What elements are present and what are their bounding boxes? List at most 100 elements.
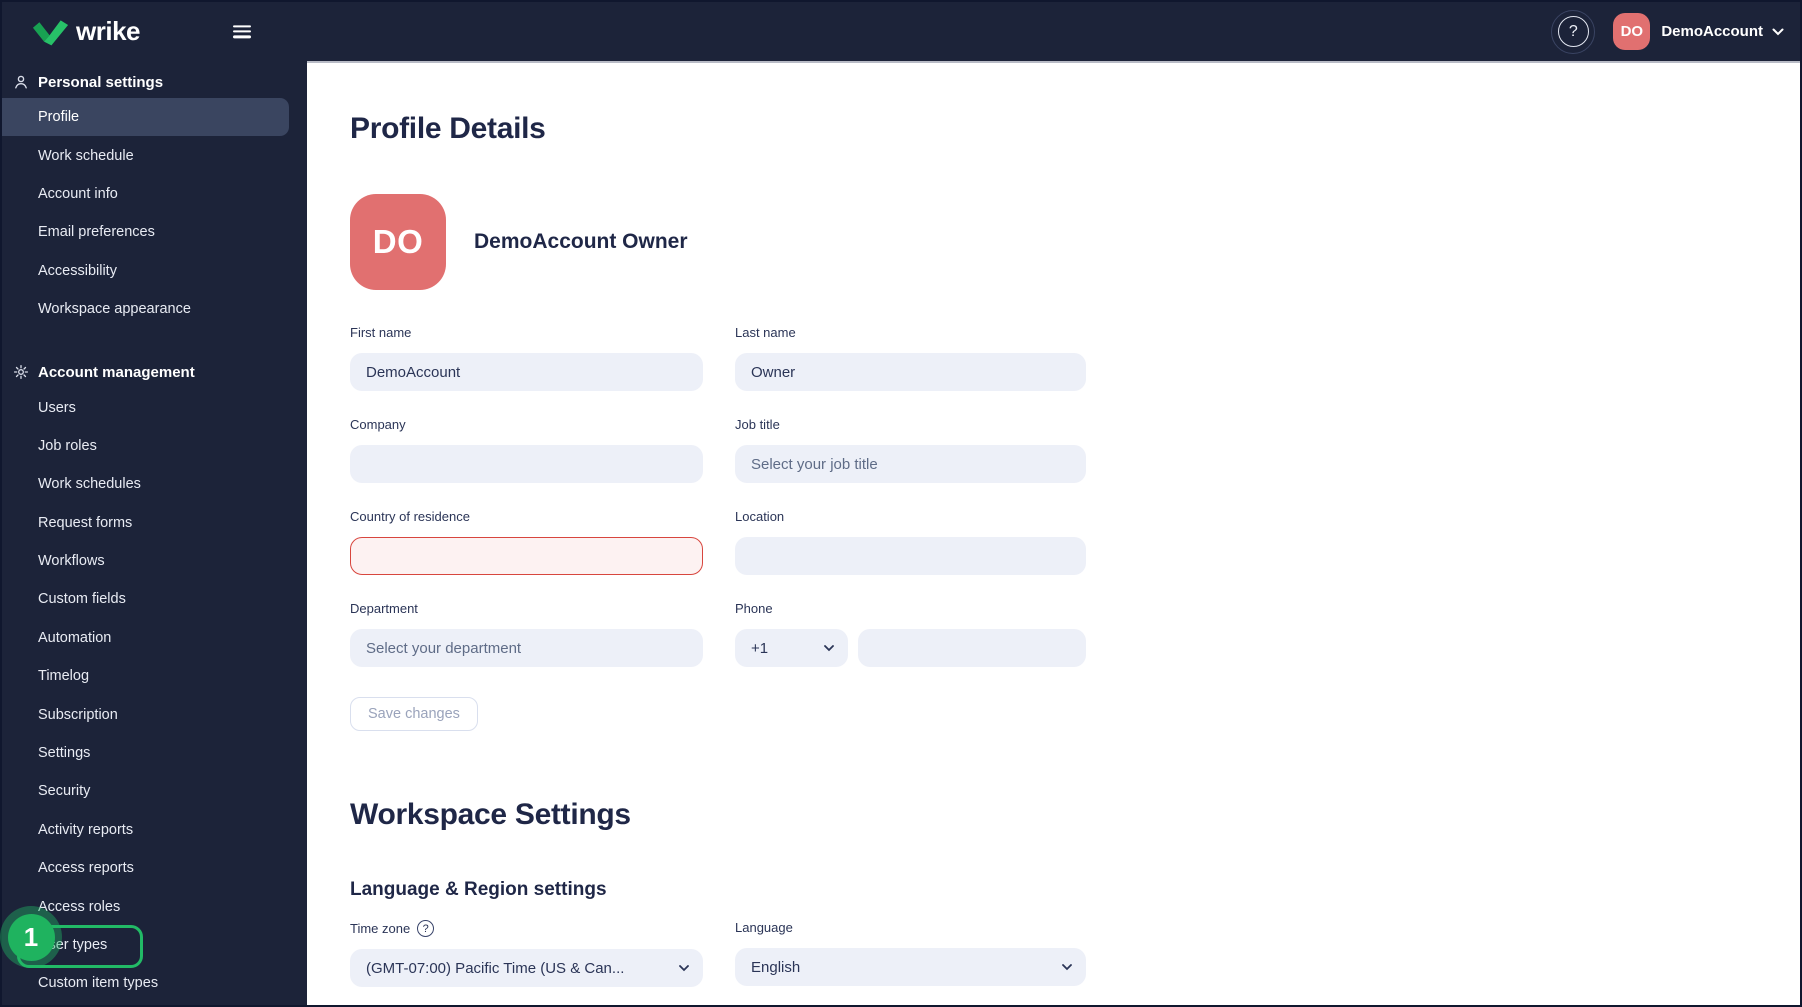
workspace-settings-title: Workspace Settings xyxy=(350,798,631,831)
sidebar-item-label: Timelog xyxy=(38,668,90,685)
sidebar: wrike Personal settings Profile Work sche… xyxy=(0,2,307,1005)
department-label: Department xyxy=(350,601,418,616)
annotation-step-1-badge: 1 xyxy=(7,913,55,961)
company-input[interactable] xyxy=(350,445,703,483)
sidebar-item-job-roles[interactable]: Job roles xyxy=(2,427,307,465)
help-icon: ? xyxy=(1557,16,1589,47)
phone-country-code-select[interactable]: +1 xyxy=(735,629,848,667)
language-label: Language xyxy=(735,920,793,935)
sidebar-item-label: Email preferences xyxy=(38,224,155,241)
job-title-label: Job title xyxy=(735,417,780,432)
first-name-input[interactable] xyxy=(350,353,703,391)
chevron-down-icon xyxy=(824,644,834,652)
phone-country-code-value: +1 xyxy=(751,639,769,657)
profile-display-name: DemoAccount Owner xyxy=(474,230,688,253)
sidebar-item-account-info[interactable]: Account info xyxy=(2,175,307,213)
topbar: ? DO DemoAccount xyxy=(307,2,1800,61)
sidebar-item-request-forms[interactable]: Request forms xyxy=(2,504,307,542)
right-region: ? DO DemoAccount Profile Details DO Demo… xyxy=(307,2,1800,1005)
sidebar-item-activity-reports[interactable]: Activity reports xyxy=(2,811,307,849)
help-button[interactable]: ? xyxy=(1551,9,1596,54)
sidebar-item-timelog[interactable]: Timelog xyxy=(2,657,307,695)
save-changes-button[interactable]: Save changes xyxy=(350,697,478,731)
location-input[interactable] xyxy=(735,537,1086,575)
sidebar-item-label: Users xyxy=(38,399,76,416)
first-name-label: First name xyxy=(350,325,412,340)
sidebar-item-workspace-appearance[interactable]: Workspace appearance xyxy=(2,290,307,328)
wrike-settings-window: { "colors": { "sidebar_bg": "#1c2339", "… xyxy=(0,0,1802,1007)
sidebar-item-work-schedule[interactable]: Work schedule xyxy=(2,136,307,174)
sidebar-item-label: Work schedules xyxy=(38,476,141,493)
sidebar-item-settings[interactable]: Settings xyxy=(2,734,307,772)
sidebar-item-label: Automation xyxy=(38,629,112,646)
company-label: Company xyxy=(350,417,406,432)
department-select[interactable] xyxy=(350,629,703,667)
company-group: Company xyxy=(350,417,703,483)
language-region-form: Time zone ? (GMT-07:00) Pacific Time (US… xyxy=(350,920,1800,987)
time-zone-value: (GMT-07:00) Pacific Time (US & Can... xyxy=(366,959,625,977)
sidebar-item-label: Profile xyxy=(38,109,80,126)
account-menu[interactable]: DO DemoAccount xyxy=(1613,13,1788,50)
country-input[interactable] xyxy=(350,537,703,575)
person-icon xyxy=(12,74,29,91)
sidebar-item-work-schedules[interactable]: Work schedules xyxy=(2,465,307,503)
section-label: Account management xyxy=(38,363,195,381)
sidebar-item-profile[interactable]: Profile xyxy=(2,98,289,137)
sidebar-item-label: Settings xyxy=(38,745,91,762)
chevron-down-icon xyxy=(1062,963,1072,971)
section-personal-settings: Personal settings xyxy=(2,66,307,98)
sidebar-item-label: Accessibility xyxy=(38,262,117,279)
sidebar-item-security[interactable]: Security xyxy=(2,772,307,810)
country-label: Country of residence xyxy=(350,509,470,524)
language-value: English xyxy=(751,958,801,976)
location-label: Location xyxy=(735,509,785,524)
sidebar-item-subscription[interactable]: Subscription xyxy=(2,695,307,733)
sidebar-logo-row: wrike xyxy=(2,2,307,61)
sidebar-item-workflows[interactable]: Workflows xyxy=(2,542,307,580)
department-group: Department xyxy=(350,601,703,667)
phone-number-input[interactable] xyxy=(858,629,1086,667)
page-title: Profile Details xyxy=(350,112,546,145)
user-avatar: DO xyxy=(1613,13,1651,50)
sidebar-item-custom-fields[interactable]: Custom fields xyxy=(2,580,307,618)
sidebar-item-users[interactable]: Users xyxy=(2,388,307,426)
time-zone-group: Time zone ? (GMT-07:00) Pacific Time (US… xyxy=(350,920,703,987)
main-content: Profile Details DO DemoAccount Owner Fir… xyxy=(307,61,1800,1005)
wrike-logo-icon xyxy=(32,17,69,46)
section-account-management: Account management xyxy=(2,356,307,388)
annotation-step-badge-halo: 1 xyxy=(0,906,62,968)
sidebar-item-label: Custom item types xyxy=(38,975,159,992)
settings-nav: Personal settings Profile Work schedule Ac… xyxy=(0,61,307,1005)
language-region-title: Language & Region settings xyxy=(350,879,607,900)
wrike-logo[interactable]: wrike xyxy=(32,17,141,46)
chevron-down-icon xyxy=(1772,28,1784,36)
sidebar-item-label: Workspace appearance xyxy=(38,301,191,318)
sidebar-item-label: Workflows xyxy=(38,553,105,570)
language-select[interactable]: English xyxy=(735,948,1086,986)
sidebar-item-custom-item-types[interactable]: Custom item types xyxy=(2,964,307,1002)
sidebar-item-label: Work schedule xyxy=(38,147,134,164)
sidebar-item-label: Custom fields xyxy=(38,591,126,608)
time-zone-label: Time zone xyxy=(350,920,411,936)
profile-header: DO DemoAccount Owner xyxy=(350,194,1800,290)
job-title-group: Job title xyxy=(735,417,1086,483)
country-group: Country of residence xyxy=(350,509,703,575)
sidebar-item-automation[interactable]: Automation xyxy=(2,619,307,657)
phone-label: Phone xyxy=(735,601,773,616)
sidebar-item-label: Activity reports xyxy=(38,821,134,838)
account-name: DemoAccount xyxy=(1661,23,1763,40)
sidebar-item-access-reports[interactable]: Access reports xyxy=(2,849,307,887)
sidebar-item-label: Security xyxy=(38,783,91,800)
sidebar-item-label: Job roles xyxy=(38,437,97,454)
job-title-select[interactable] xyxy=(735,445,1086,483)
hamburger-menu-icon[interactable] xyxy=(233,24,251,39)
language-group: Language English xyxy=(735,920,1086,987)
profile-form: First name Last name Company Job title C… xyxy=(350,325,1800,667)
time-zone-select[interactable]: (GMT-07:00) Pacific Time (US & Can... xyxy=(350,949,703,987)
last-name-input[interactable] xyxy=(735,353,1086,391)
profile-avatar[interactable]: DO xyxy=(350,194,446,290)
sidebar-item-email-preferences[interactable]: Email preferences xyxy=(2,213,307,251)
location-group: Location xyxy=(735,509,1086,575)
sidebar-item-accessibility[interactable]: Accessibility xyxy=(2,252,307,290)
timezone-help-icon[interactable]: ? xyxy=(417,920,435,937)
